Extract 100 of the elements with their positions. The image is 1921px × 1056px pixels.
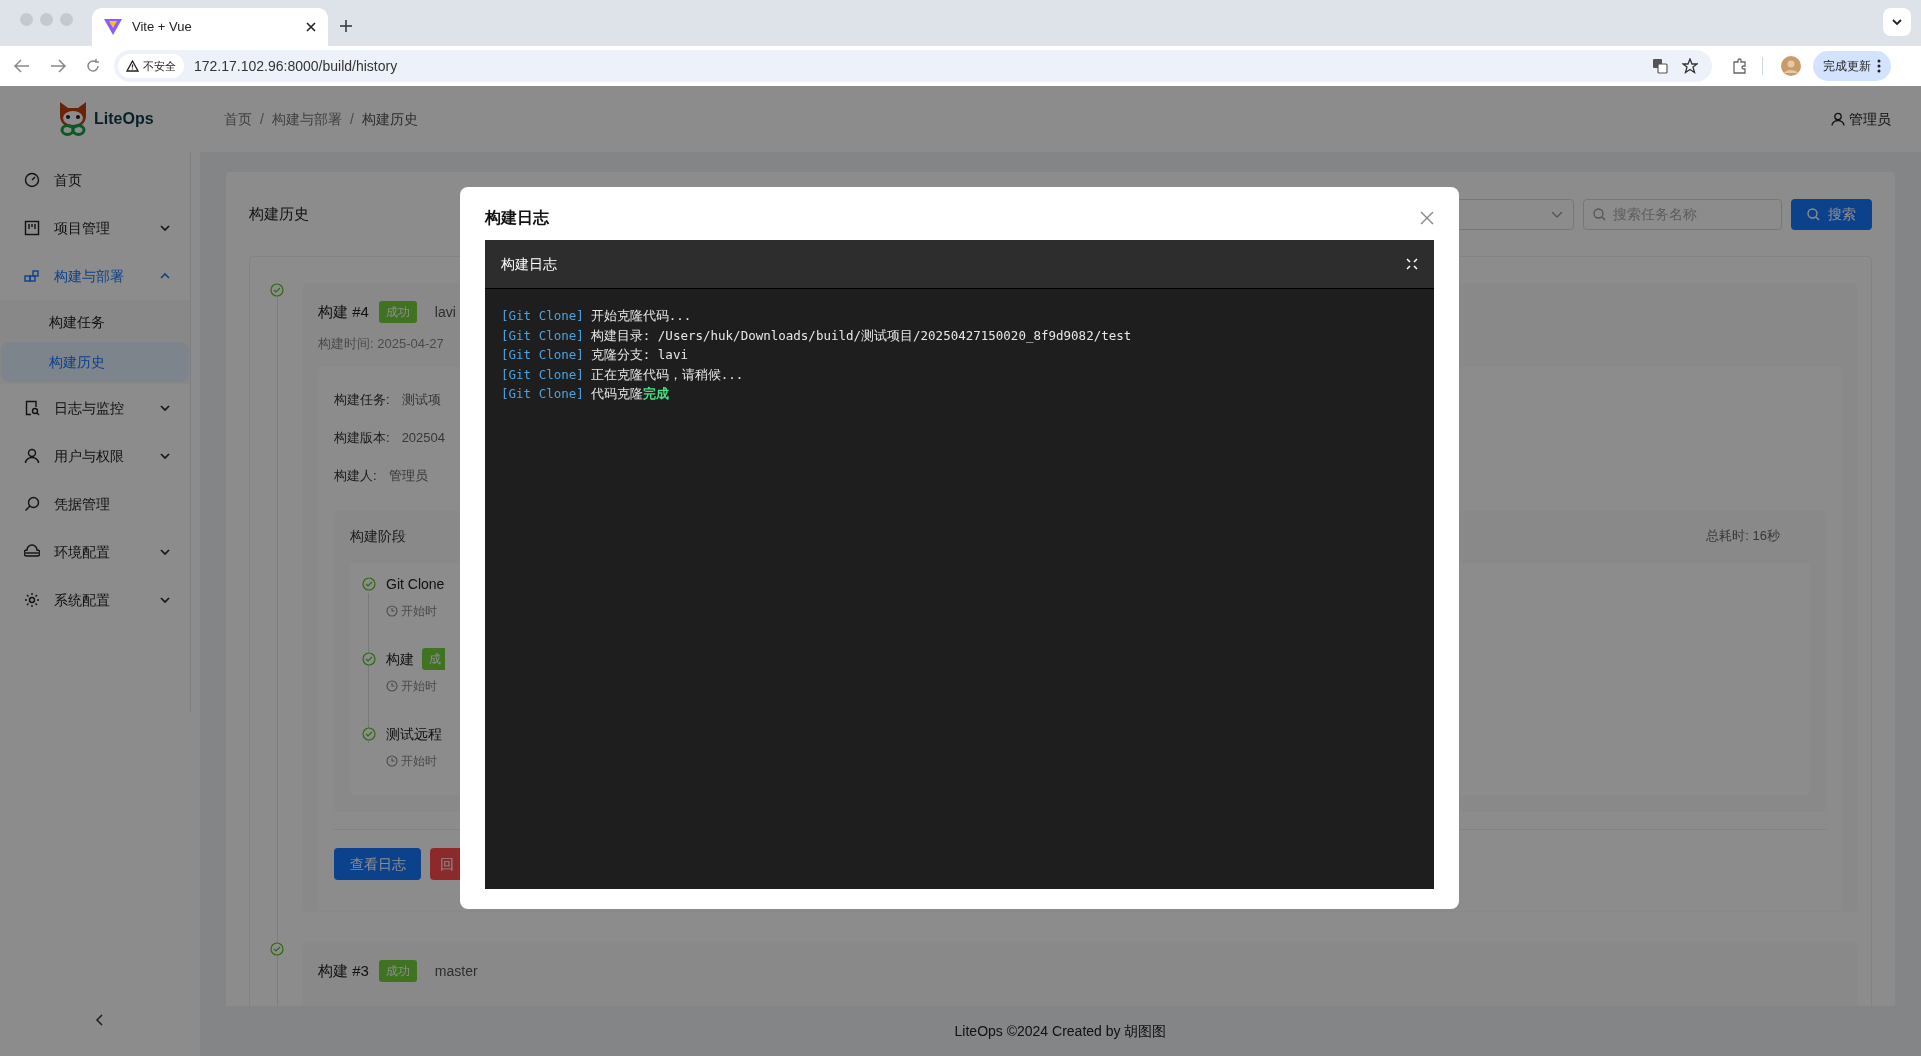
forward-icon[interactable] <box>50 59 66 73</box>
breadcrumb-link[interactable]: 构建历史 <box>361 108 418 130</box>
log-message: 正在克隆代码，请稍候... <box>590 365 744 384</box>
clock-icon <box>386 755 398 767</box>
address-bar[interactable]: 不安全 172.17.102.96:8000/build/history <box>114 50 1712 82</box>
log-tag: [Git Clone] <box>501 385 584 405</box>
collapse-icon[interactable] <box>95 1014 103 1026</box>
sidebar-item[interactable]: 凭据管理 <box>0 480 190 528</box>
browser-tab[interactable]: Vite + Vue <box>92 8 328 46</box>
document-icon <box>24 400 40 416</box>
breadcrumb-link[interactable]: 首页 <box>224 108 252 130</box>
log-message: 克隆分支: lavi <box>590 346 688 365</box>
cloud-icon <box>24 544 40 560</box>
gauge-icon <box>24 172 40 188</box>
user-name[interactable]: 管理员 <box>1849 108 1891 130</box>
page-title: 构建历史 <box>249 203 309 224</box>
sidebar-item[interactable]: 环境配置 <box>0 528 190 576</box>
footer-text: LiteOps ©2024 Created by 胡图图 <box>954 1021 1167 1041</box>
detail-label: 构建版本: <box>334 429 390 448</box>
chevron-up-icon <box>160 273 170 279</box>
dialog-title: 构建日志 <box>485 208 550 228</box>
search-button[interactable]: 搜索 <box>1791 198 1872 230</box>
security-chip[interactable]: 不安全 <box>118 54 184 78</box>
reload-icon[interactable] <box>86 59 100 73</box>
start-time: 开始时 <box>401 603 437 620</box>
detail-value: 管理员 <box>388 467 428 486</box>
blocks-icon <box>24 268 40 284</box>
build-title: 构建 #4 <box>318 302 369 322</box>
tab-list-button[interactable] <box>1883 8 1911 36</box>
user-icon <box>24 448 40 464</box>
breadcrumb-separator: / <box>260 109 264 129</box>
gear-icon <box>24 592 40 608</box>
log-tag: [Git Clone] <box>501 365 584 385</box>
tab-title: Vite + Vue <box>132 18 193 37</box>
log-message: 开始克隆代码... <box>590 307 692 326</box>
success-icon <box>270 942 284 956</box>
clock-icon <box>386 680 398 692</box>
search-icon <box>1807 207 1820 221</box>
breadcrumb-link[interactable]: 构建与部署 <box>271 108 342 130</box>
search-icon <box>1593 207 1606 221</box>
status-badge: 成功 <box>378 301 417 324</box>
sidebar-item[interactable]: 用户与权限 <box>0 432 190 480</box>
status-badge: 成 <box>422 648 445 670</box>
logo-text: LiteOps <box>94 109 154 129</box>
success-icon <box>362 652 376 666</box>
fullscreen-icon[interactable] <box>1406 258 1418 270</box>
translate-icon[interactable] <box>1652 58 1668 74</box>
status-badge: 成功 <box>378 960 417 983</box>
update-button[interactable]: 完成更新 <box>1813 51 1891 81</box>
detail-label: 构建任务: <box>334 391 390 410</box>
new-tab-icon[interactable] <box>340 20 352 32</box>
stage-name: 测试远程 <box>386 724 442 744</box>
log-panel-title: 构建日志 <box>501 254 558 274</box>
branch-name: lavi <box>434 302 456 322</box>
sidebar-item[interactable]: 项目管理 <box>0 204 190 252</box>
log-tag: [Git Clone] <box>501 346 584 366</box>
log-tag: [Git Clone] <box>501 307 584 327</box>
chevron-down-icon <box>160 549 170 555</box>
stage-name: 构建 <box>386 649 414 669</box>
puzzle-icon[interactable] <box>1732 58 1748 74</box>
chevron-down-icon <box>1892 19 1902 25</box>
stages-title: 构建阶段 <box>350 526 407 546</box>
user-icon <box>1831 112 1845 126</box>
triangle-logo-icon <box>104 19 122 35</box>
chevron-down-icon <box>160 405 170 411</box>
branch-name: master <box>434 961 478 981</box>
detail-label: 构建人: <box>334 467 377 486</box>
chevron-down-icon <box>1551 210 1563 218</box>
avatar-icon[interactable] <box>1781 56 1801 76</box>
build-title: 构建 #3 <box>318 961 369 981</box>
back-icon[interactable] <box>14 59 30 73</box>
breadcrumb-separator: / <box>349 109 354 129</box>
chevron-down-icon <box>160 453 170 459</box>
chevron-down-icon <box>160 597 170 603</box>
success-icon <box>362 727 376 741</box>
chevron-down-icon <box>160 225 170 231</box>
start-time: 开始时 <box>401 753 437 770</box>
sidebar-subitem[interactable]: 构建任务 <box>1 302 189 342</box>
success-icon <box>362 577 376 591</box>
more-icon <box>1877 59 1881 73</box>
close-icon[interactable] <box>306 22 316 32</box>
url-text: 172.17.102.96:8000/build/history <box>194 56 399 76</box>
sidebar-item[interactable]: 日志与监控 <box>0 384 190 432</box>
start-time: 开始时 <box>401 678 437 695</box>
stage-name: Git Clone <box>386 574 445 594</box>
star-icon[interactable] <box>1682 58 1698 74</box>
detail-value: 测试项 <box>401 391 441 410</box>
board-icon <box>24 220 40 236</box>
view-log-button[interactable]: 查看日志 <box>334 848 421 880</box>
log-tag: [Git Clone] <box>501 326 584 346</box>
log-message: 代码克隆完成 <box>590 385 669 404</box>
log-message: 构建目录: /Users/huk/Downloads/build/测试项目/20250427150020_8f9d9082/test <box>590 326 1132 345</box>
success-icon <box>270 283 284 297</box>
detail-value: 202504 <box>401 429 445 448</box>
sidebar-item[interactable]: 系统配置 <box>0 576 190 624</box>
total-duration: 总耗时: 16秒 <box>1706 527 1780 546</box>
sidebar-item[interactable]: 首页 <box>0 156 190 204</box>
build-time: 构建时间: 2025-04-27 <box>318 334 444 353</box>
magnifier-icon <box>24 496 40 512</box>
sidebar-item[interactable]: 构建与部署 <box>0 252 190 300</box>
